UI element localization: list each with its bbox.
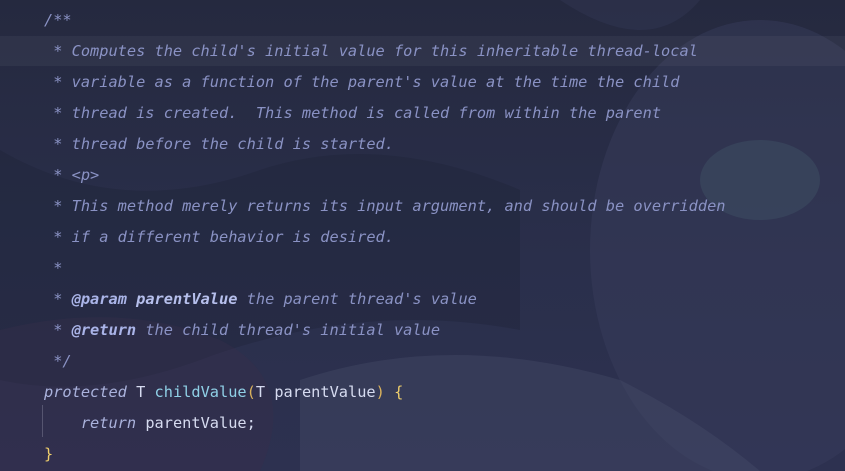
doc-comment-text: * [44, 259, 63, 277]
param-name: parentValue [136, 290, 238, 308]
code-line[interactable]: * @return the child thread's initial val… [0, 315, 845, 346]
return-tag: @return [71, 321, 137, 339]
code-line[interactable]: * Computes the child's initial value for… [0, 36, 845, 67]
doc-comment-prefix: * [44, 290, 72, 308]
code-line[interactable]: * @param parentValue the parent thread's… [0, 284, 845, 315]
return-keyword: return [80, 414, 137, 432]
param-description: the parent thread's value [237, 290, 477, 308]
code-line[interactable]: } [0, 439, 845, 470]
code-line[interactable]: protected T childValue(T parentValue) { [0, 377, 845, 408]
open-paren: ( [246, 383, 256, 401]
param-tag: @param [71, 290, 127, 308]
close-paren: ) [375, 383, 385, 401]
doc-comment-text: * variable as a function of the parent's… [44, 73, 680, 91]
param-identifier: parentValue [274, 383, 376, 401]
code-area[interactable]: /** * Computes the child's initial value… [0, 5, 845, 470]
code-line[interactable]: * if a different behavior is desired. [0, 222, 845, 253]
open-brace: { [394, 383, 404, 401]
return-description: the child thread's initial value [136, 321, 441, 339]
return-expression: parentValue; [145, 414, 256, 432]
code-line[interactable]: /** [0, 5, 845, 36]
doc-comment-text: * <p> [44, 166, 100, 184]
doc-comment-text: * if a different behavior is desired. [44, 228, 394, 246]
modifier-keyword: protected [44, 383, 127, 401]
doc-comment-end: */ [44, 352, 72, 370]
code-line[interactable]: * variable as a function of the parent's… [0, 67, 845, 98]
doc-comment-text: * This method merely returns its input a… [44, 197, 726, 215]
code-line[interactable]: * thread is created. This method is call… [0, 98, 845, 129]
param-type: T [255, 383, 266, 401]
doc-comment-prefix: * [44, 321, 72, 339]
close-brace: } [44, 445, 54, 463]
code-editor[interactable]: /** * Computes the child's initial value… [0, 0, 845, 471]
doc-comment-text: * thread is created. This method is call… [44, 104, 662, 122]
code-line[interactable]: * thread before the child is started. [0, 129, 845, 160]
doc-comment-text: * thread before the child is started. [44, 135, 394, 153]
code-line[interactable]: return parentValue; [0, 408, 845, 439]
code-line[interactable]: */ [0, 346, 845, 377]
doc-comment-text: /** [44, 11, 72, 29]
method-name: childValue [154, 383, 247, 401]
code-line[interactable]: * <p> [0, 160, 845, 191]
code-line[interactable]: * This method merely returns its input a… [0, 191, 845, 222]
code-line[interactable]: * [0, 253, 845, 284]
doc-comment-text: * Computes the child's initial value for… [44, 42, 698, 60]
return-type: T [136, 383, 146, 401]
